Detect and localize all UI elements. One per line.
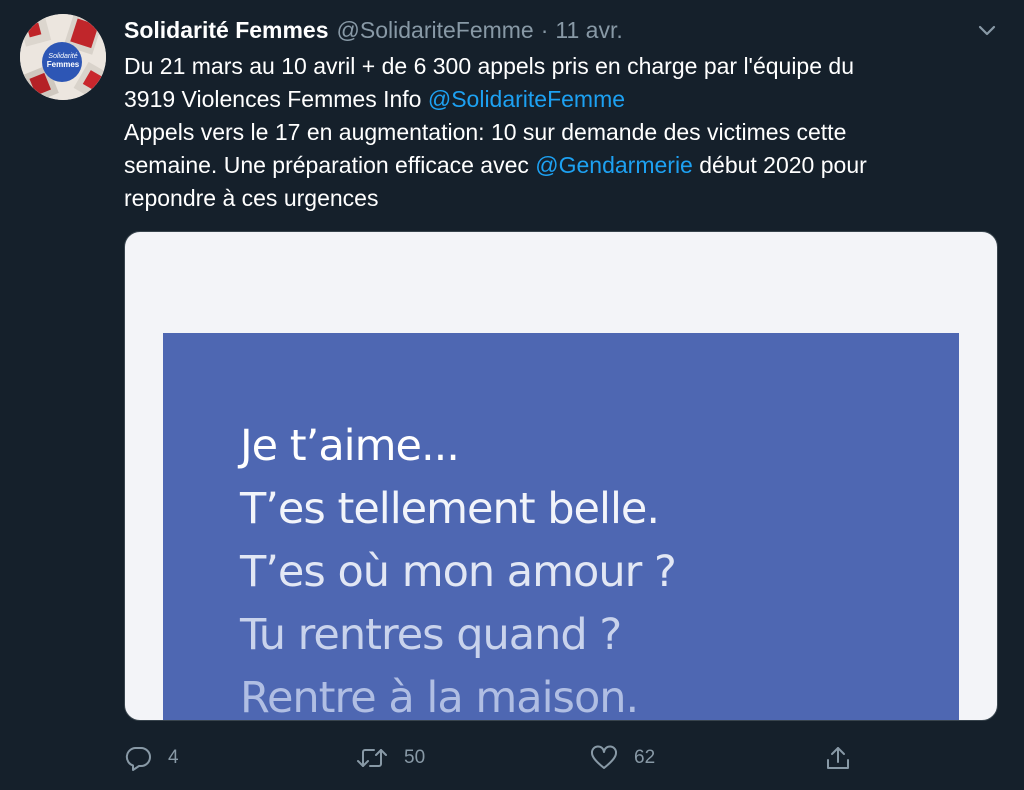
tweet-text-line: repondre à ces urgences [124, 185, 379, 211]
share-button[interactable] [824, 738, 852, 778]
separator-dot: · [540, 16, 549, 43]
tweet-text-line: Appels vers le 17 en augmentation: 10 su… [124, 119, 847, 145]
reply-icon [125, 747, 151, 771]
poster-line: Tu rentres quand ? [240, 610, 622, 660]
tweet-date[interactable]: 11 avr. [555, 17, 622, 44]
retweet-icon [357, 749, 387, 767]
tweet[interactable]: Solidarité Femmes Solidarité Femmes @Sol… [0, 0, 1024, 790]
like-button[interactable]: 62 [590, 738, 655, 778]
avatar[interactable]: Solidarité Femmes [20, 14, 106, 100]
retweet-count: 50 [404, 747, 426, 768]
avatar-logo-text: Solidarité Femmes [46, 53, 80, 69]
like-count: 62 [634, 747, 656, 768]
retweet-button[interactable]: 50 [356, 738, 425, 778]
poster-panel: Je t’aime... T’es tellement belle. T’es … [163, 333, 959, 721]
heart-icon [591, 745, 617, 769]
tweet-text: Du 21 mars au 10 avril + de 6 300 appels… [124, 50, 1004, 215]
author-handle[interactable]: @SolidariteFemme [337, 17, 534, 44]
poster-line: T’es où mon amour ? [240, 547, 677, 597]
tweet-text-line: semaine. Une préparation efficace avec @… [124, 149, 1004, 182]
tweet-text-fragment: début 2020 pour [692, 152, 867, 178]
tweet-actions: 4 50 62 [124, 738, 884, 778]
poster-line: T’es tellement belle. [240, 484, 660, 534]
tweet-text-fragment: semaine. Une préparation efficace avec [124, 152, 536, 178]
reply-count: 4 [168, 747, 179, 768]
poster-text: Je t’aime... T’es tellement belle. T’es … [240, 415, 677, 721]
mention-gendarmerie[interactable]: @Gendarmerie [535, 152, 693, 178]
poster-line: Rentre à la maison. [240, 673, 639, 721]
author-display-name[interactable]: Solidarité Femmes [124, 17, 329, 44]
poster-line: Je t’aime... [240, 421, 460, 471]
tweet-text-line: 3919 Violences Femmes Info @SolidariteFe… [124, 83, 1004, 116]
tweet-media-image[interactable]: Je t’aime... T’es tellement belle. T’es … [124, 231, 998, 721]
more-options-button[interactable] [974, 18, 1000, 44]
mention-solidaritefemme[interactable]: @SolidariteFemme [428, 86, 625, 112]
tweet-text-line: Du 21 mars au 10 avril + de 6 300 appels… [124, 53, 854, 79]
tweet-text-fragment: 3919 Violences Femmes Info [124, 86, 428, 112]
reply-button[interactable]: 4 [124, 738, 179, 778]
tweet-header: Solidarité Femmes @SolidariteFemme · 11 … [124, 14, 623, 46]
chevron-down-icon [978, 25, 996, 36]
share-icon [827, 747, 849, 769]
